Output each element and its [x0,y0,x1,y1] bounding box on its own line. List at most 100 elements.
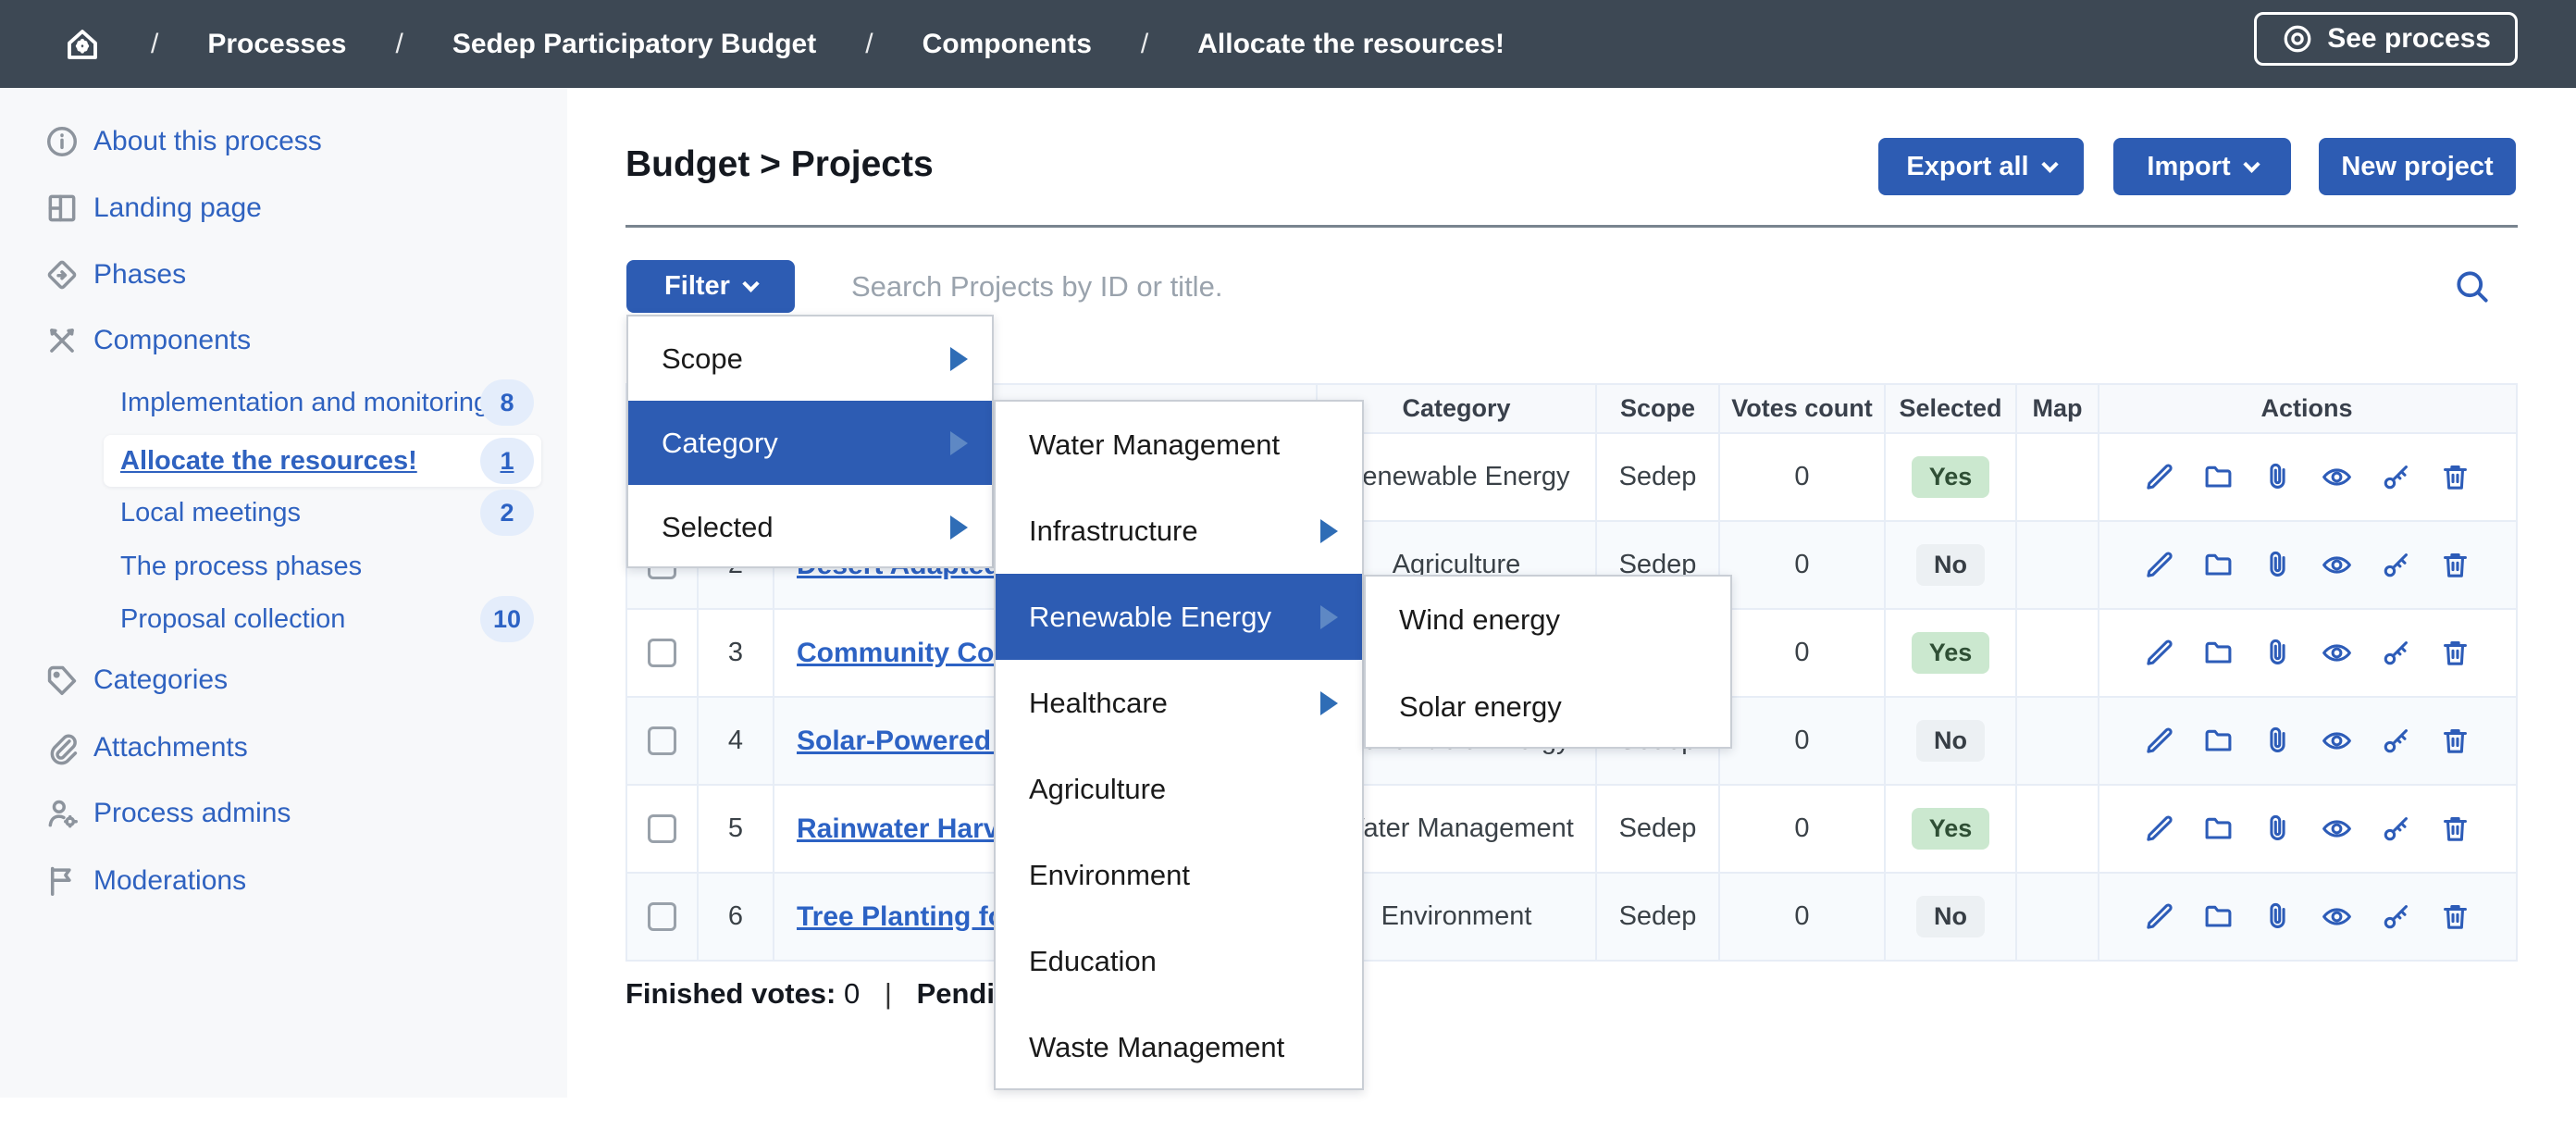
home-icon[interactable] [63,25,102,64]
sidebar-item-proposal-collection[interactable]: Proposal collection 10 [0,593,567,645]
sidebar-item-phases[interactable]: Phases [0,249,567,301]
see-process-button[interactable]: See process [2254,12,2518,66]
project-votes: 0 [1720,698,1886,784]
preview-eye-icon[interactable] [2321,549,2353,581]
preview-eye-icon[interactable] [2321,725,2353,757]
attachment-icon[interactable] [2261,725,2294,757]
menu-item-renewable-energy[interactable]: Renewable Energy [996,574,1362,660]
sidebar-item-landing-page[interactable]: Landing page [0,182,567,234]
attachment-icon[interactable] [2261,549,2294,581]
sidebar-item-attachments[interactable]: Attachments [0,722,567,774]
menu-item-infrastructure[interactable]: Infrastructure [996,488,1362,574]
filter-button[interactable]: Filter [626,260,795,313]
sidebar-item-implementation-monitoring[interactable]: Implementation and monitoring 8 [0,377,567,428]
top-bar: / Processes / Sedep Participatory Budget… [0,0,2576,88]
attachment-icon[interactable] [2261,637,2294,669]
chevron-down-icon [2243,155,2260,172]
edit-icon[interactable] [2143,461,2175,493]
permissions-key-icon[interactable] [2380,461,2412,493]
row-select-checkbox[interactable] [648,726,676,755]
sidebar-item-local-meetings[interactable]: Local meetings 2 [0,487,567,539]
permissions-key-icon[interactable] [2380,725,2412,757]
project-title-link[interactable]: Tree Planting fo [797,901,1005,933]
folder-icon[interactable] [2202,725,2235,757]
preview-eye-icon[interactable] [2321,900,2353,933]
permissions-key-icon[interactable] [2380,637,2412,669]
import-button[interactable]: Import [2113,138,2291,195]
edit-icon[interactable] [2143,725,2175,757]
menu-item-water-management[interactable]: Water Management [996,402,1362,488]
project-scope: Sedep [1597,434,1720,520]
delete-icon[interactable] [2439,813,2471,845]
project-title-link[interactable]: Rainwater Harve [797,813,1014,845]
project-title-link[interactable]: Community Con [797,638,1011,669]
project-id: 4 [699,698,774,784]
sidebar-item-categories[interactable]: Categories [0,654,567,706]
menu-item-wind-energy[interactable]: Wind energy [1366,577,1730,664]
project-map [2017,786,2099,872]
preview-eye-icon[interactable] [2321,813,2353,845]
menu-item-environment[interactable]: Environment [996,832,1362,918]
edit-icon[interactable] [2143,637,2175,669]
page-title: Budget > Projects [625,144,934,185]
header-actions: Actions [2099,385,2514,432]
filter-dropdown-menu: Scope Category Selected [626,315,994,568]
delete-icon[interactable] [2439,549,2471,581]
menu-item-healthcare[interactable]: Healthcare [996,660,1362,746]
menu-item-scope[interactable]: Scope [628,317,992,401]
title-divider [625,225,2518,228]
folder-icon[interactable] [2202,813,2235,845]
sidebar-item-process-admins[interactable]: Process admins [0,788,567,839]
sidebar-item-process-phases[interactable]: The process phases [0,540,567,592]
row-select-checkbox[interactable] [648,639,676,667]
menu-item-waste-management[interactable]: Waste Management [996,1004,1362,1090]
breadcrumb-processes[interactable]: Processes [207,29,346,60]
menu-item-agriculture[interactable]: Agriculture [996,746,1362,832]
delete-icon[interactable] [2439,461,2471,493]
breadcrumb-separator: / [395,29,402,60]
sidebar-item-components[interactable]: Components [0,315,567,366]
menu-item-solar-energy[interactable]: Solar energy [1366,664,1730,751]
folder-icon[interactable] [2202,637,2235,669]
breadcrumb-process-name[interactable]: Sedep Participatory Budget [452,29,816,60]
sidebar-item-allocate-resources[interactable]: Allocate the resources! 1 [0,435,567,487]
attachment-icon[interactable] [2261,813,2294,845]
search-icon[interactable] [2452,267,2493,307]
permissions-key-icon[interactable] [2380,813,2412,845]
folder-icon[interactable] [2202,900,2235,933]
selected-badge: No [1916,720,1985,762]
row-select-checkbox[interactable] [648,902,676,931]
renewable-energy-submenu: Wind energy Solar energy [1364,575,1732,749]
permissions-key-icon[interactable] [2380,549,2412,581]
preview-eye-icon[interactable] [2321,637,2353,669]
delete-icon[interactable] [2439,900,2471,933]
sidebar-item-moderations[interactable]: Moderations [0,855,567,907]
attachment-icon[interactable] [2261,461,2294,493]
project-votes: 0 [1720,874,1886,960]
row-select-checkbox[interactable] [648,814,676,843]
project-id: 3 [699,610,774,696]
layout-icon [44,191,80,226]
permissions-key-icon[interactable] [2380,900,2412,933]
folder-icon[interactable] [2202,549,2235,581]
new-project-button[interactable]: New project [2319,138,2516,195]
menu-item-education[interactable]: Education [996,918,1362,1004]
eye-icon [2281,22,2314,56]
preview-eye-icon[interactable] [2321,461,2353,493]
sidebar-item-about-this-process[interactable]: About this process [0,116,567,168]
folder-icon[interactable] [2202,461,2235,493]
project-title-link[interactable]: Solar-Powered S [797,726,1017,757]
edit-icon[interactable] [2143,549,2175,581]
search-input[interactable] [851,262,2295,312]
delete-icon[interactable] [2439,637,2471,669]
attachment-icon[interactable] [2261,900,2294,933]
breadcrumb-components[interactable]: Components [923,29,1092,60]
edit-icon[interactable] [2143,813,2175,845]
menu-item-category[interactable]: Category [628,401,992,485]
menu-item-selected[interactable]: Selected [628,485,992,569]
export-all-button[interactable]: Export all [1878,138,2084,195]
edit-icon[interactable] [2143,900,2175,933]
header-scope: Scope [1597,385,1720,432]
breadcrumb-current-component[interactable]: Allocate the resources! [1197,29,1505,60]
delete-icon[interactable] [2439,725,2471,757]
